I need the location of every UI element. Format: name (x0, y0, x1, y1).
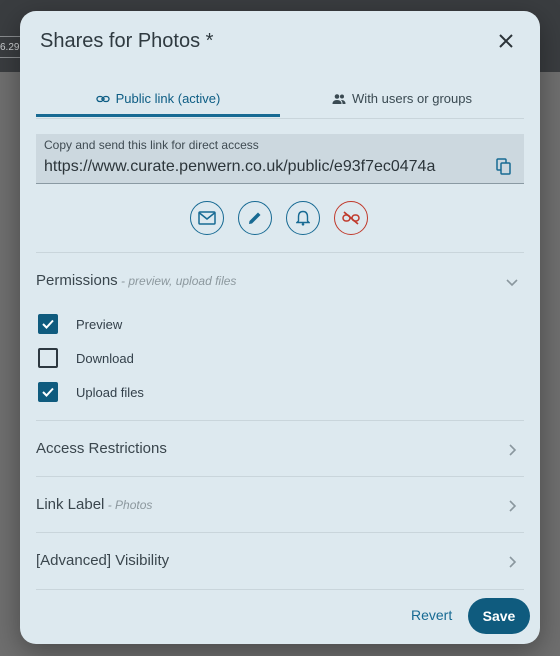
copy-icon (496, 158, 511, 175)
chevron-right-icon (509, 556, 517, 568)
bell-icon (296, 210, 310, 226)
visibility-title: [Advanced] Visibility (36, 552, 170, 569)
email-link-button[interactable] (190, 201, 224, 235)
link-label-section[interactable]: Link Label - Photos (36, 476, 524, 533)
upload-label: Upload files (76, 384, 144, 400)
share-tabs: Public link (active) With users or group… (36, 81, 524, 119)
permissions-summary: - preview, upload files (117, 274, 237, 288)
edit-link-button[interactable] (238, 201, 272, 235)
dialog-title: Shares for Photos * (40, 30, 214, 52)
download-label: Download (76, 350, 134, 366)
visibility-section[interactable]: [Advanced] Visibility (36, 532, 524, 590)
access-restrictions-section[interactable]: Access Restrictions (36, 420, 524, 477)
notify-button[interactable] (286, 201, 320, 235)
public-link-url[interactable]: https://www.curate.penwern.co.uk/public/… (44, 158, 435, 176)
permissions-title: Permissions (36, 272, 118, 289)
permissions-header[interactable]: Permissions - preview, upload files (36, 272, 236, 289)
collapse-permissions-button[interactable] (504, 274, 520, 290)
chevron-right-icon (509, 444, 517, 456)
download-checkbox[interactable] (38, 348, 58, 368)
public-link-field[interactable]: Copy and send this link for direct acces… (36, 134, 524, 184)
chevron-right-icon (509, 500, 517, 512)
checkmark-icon (42, 319, 54, 329)
expand-link-label-button[interactable] (504, 498, 520, 514)
preview-checkbox[interactable] (38, 314, 58, 334)
upload-checkbox[interactable] (38, 382, 58, 402)
email-icon (198, 211, 216, 225)
active-tab-indicator (36, 114, 280, 117)
access-restrictions-title: Access Restrictions (36, 440, 167, 457)
link-icon (95, 95, 110, 102)
background-tag: 6.29 (0, 36, 22, 58)
revert-button[interactable]: Revert (411, 607, 452, 623)
share-dialog: Shares for Photos * Public link (active)… (20, 11, 540, 644)
expand-visibility-button[interactable] (504, 554, 520, 570)
tab-users-groups[interactable]: With users or groups (280, 81, 524, 116)
close-button[interactable] (492, 27, 520, 55)
link-label-title: Link Label (36, 496, 105, 513)
expand-access-button[interactable] (504, 442, 520, 458)
disable-link-button[interactable] (334, 201, 368, 235)
people-icon (332, 93, 346, 104)
permission-preview[interactable]: Preview (38, 314, 122, 334)
checkmark-icon (42, 387, 54, 397)
permissions-section: Permissions - preview, upload files Prev… (36, 252, 524, 421)
copy-link-button[interactable] (496, 158, 516, 178)
save-button[interactable]: Save (468, 598, 530, 634)
tab-public-link-label: Public link (active) (115, 91, 221, 106)
link-label-header: Link Label - Photos (36, 496, 152, 513)
disable-link-icon (342, 211, 360, 225)
tab-public-link[interactable]: Public link (active) (36, 81, 280, 116)
close-icon (499, 34, 513, 48)
edit-icon (249, 212, 261, 224)
permission-download[interactable]: Download (38, 348, 134, 368)
link-label-summary: - Photos (104, 498, 153, 512)
chevron-down-icon (506, 279, 518, 287)
permission-upload[interactable]: Upload files (38, 382, 144, 402)
tab-users-groups-label: With users or groups (352, 91, 472, 106)
preview-label: Preview (76, 316, 123, 332)
public-link-label: Copy and send this link for direct acces… (44, 138, 259, 152)
